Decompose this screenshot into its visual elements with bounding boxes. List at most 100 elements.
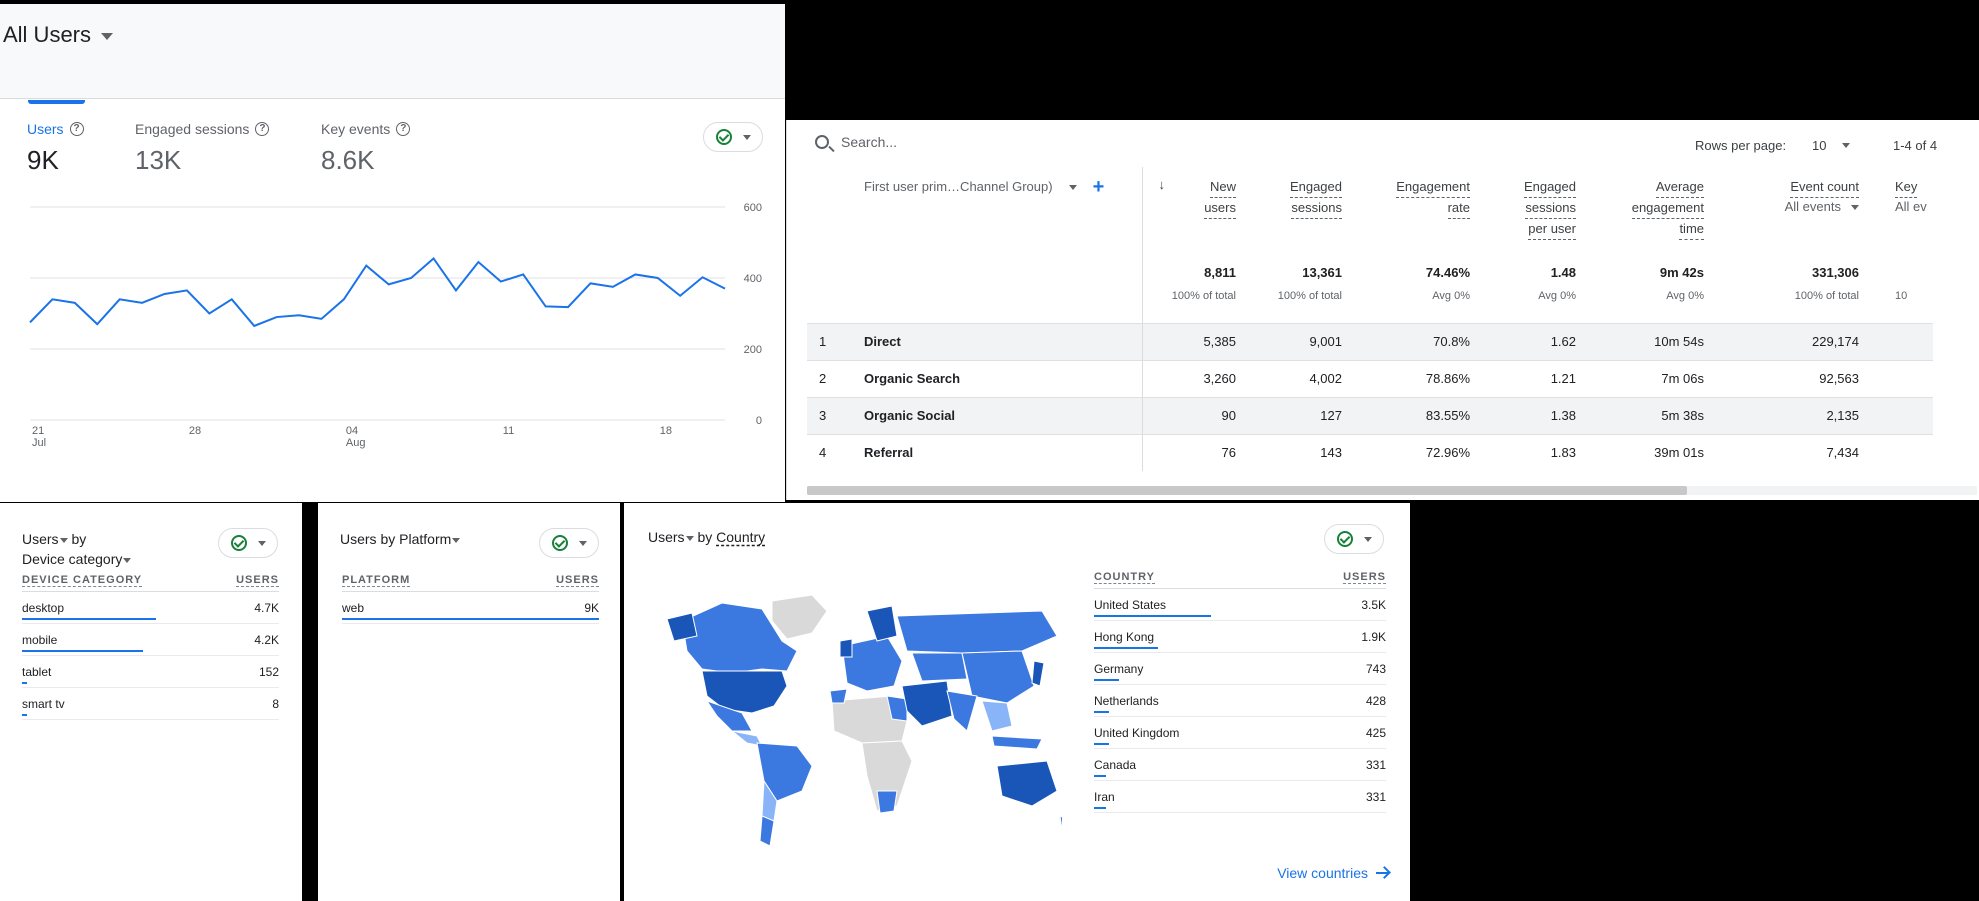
column-key-events[interactable]: Key All ev	[1865, 167, 1933, 263]
comparison-button[interactable]	[218, 528, 278, 558]
column-engagement-rate[interactable]: Engagement rate	[1348, 167, 1476, 263]
channel-table-card: Search... Rows per page: 10 1-4 of 4 Fir…	[786, 120, 1979, 500]
chevron-down-icon	[1851, 204, 1859, 210]
horizontal-scrollbar[interactable]	[807, 486, 1687, 495]
list-item-label: mobile	[22, 632, 58, 647]
comparison-button[interactable]	[1324, 524, 1384, 554]
map-scandinavia	[866, 605, 898, 642]
search-box[interactable]: Search...	[815, 134, 897, 150]
list-item-value: 331	[1365, 789, 1386, 804]
world-map	[666, 594, 1062, 847]
list-item-value: 9K	[584, 600, 599, 615]
comparison-button[interactable]	[539, 528, 599, 558]
search-input[interactable]: Search...	[841, 134, 897, 150]
overview-card: All Users Users? 9K Engaged sessions? 13…	[0, 4, 785, 502]
map-morocco	[829, 688, 848, 704]
chevron-down-icon[interactable]	[101, 33, 113, 40]
list-item-value: 331	[1365, 757, 1386, 772]
share-bar	[1094, 679, 1119, 681]
chevron-down-icon	[59, 537, 68, 543]
help-icon[interactable]: ?	[255, 122, 270, 136]
metric-label: Engaged sessions	[135, 121, 250, 137]
share-bar	[22, 618, 156, 620]
x-tick-month: Aug	[346, 437, 366, 449]
share-bar	[1094, 615, 1211, 617]
map-alaska	[666, 612, 698, 642]
map-australia	[996, 760, 1058, 807]
column-event-count[interactable]: Event count All events	[1710, 167, 1865, 263]
list-item-label: United States	[1094, 597, 1167, 612]
dimension-selector[interactable]: Country	[716, 529, 765, 545]
metric-key-events[interactable]: Key events? 8.6K	[321, 121, 411, 176]
table-row[interactable]: 4 Referral 76 143 72.96% 1.83 39m 01s 7,…	[807, 433, 1933, 471]
list-item[interactable]: Netherlands 428	[1094, 685, 1386, 717]
x-tick-label: 21	[32, 425, 44, 437]
metric-engaged-sessions[interactable]: Engaged sessions? 13K	[135, 121, 270, 176]
page-title[interactable]: All Users	[3, 22, 91, 48]
list-item[interactable]: Iran 331	[1094, 781, 1386, 813]
check-circle-icon	[715, 129, 732, 145]
list-item-value: 3.5K	[1361, 597, 1386, 612]
add-dimension-icon[interactable]: +	[1093, 177, 1105, 197]
help-icon[interactable]: ?	[396, 122, 411, 136]
dimension-selector[interactable]: Device category	[22, 551, 132, 567]
chevron-down-icon	[742, 134, 751, 140]
chevron-down-icon	[578, 540, 587, 546]
device-category-card: Users by Device category DEVICE CATEGORY…	[0, 503, 302, 901]
y-tick-label: 200	[744, 344, 762, 356]
metric-value: 8.6K	[321, 145, 375, 175]
column-engaged-sessions-per-user[interactable]: Engaged sessions per user	[1476, 167, 1582, 263]
platform-card: Users by Platform PLATFORM USERS web 9K	[318, 503, 620, 901]
list-item[interactable]: Germany 743	[1094, 653, 1386, 685]
list-item[interactable]: mobile 4.2K	[22, 624, 279, 656]
column-engaged-sessions[interactable]: Engaged sessions	[1242, 167, 1348, 263]
column-new-users[interactable]: ↓ New users	[1142, 167, 1242, 263]
table-row[interactable]: 2 Organic Search 3,260 4,002 78.86% 1.21…	[807, 359, 1933, 397]
list-item-value: 1.9K	[1361, 629, 1386, 644]
share-bar	[22, 714, 28, 716]
metric-selector[interactable]: Users	[340, 531, 377, 547]
list-item[interactable]: smart tv 8	[22, 688, 279, 720]
map-south-africa	[876, 790, 898, 814]
list-item-label: United Kingdom	[1094, 725, 1180, 740]
rows-per-page-select[interactable]: 10	[1812, 138, 1851, 153]
event-selector[interactable]: All events	[1785, 198, 1859, 216]
sort-arrow-icon[interactable]: ↓	[1159, 177, 1166, 192]
comparison-button[interactable]	[703, 122, 763, 152]
country-card: Users by Country COUNTRY USERS United St…	[624, 503, 1410, 901]
share-bar	[1094, 711, 1109, 713]
x-tick-label: 28	[189, 425, 201, 437]
column-average-engagement-time[interactable]: Average engagement time	[1582, 167, 1710, 263]
pagination-range: 1-4 of 4	[1893, 138, 1938, 153]
list-item-label: tablet	[22, 664, 52, 679]
list-item[interactable]: web 9K	[342, 592, 599, 624]
share-bar	[22, 650, 143, 652]
list-item-label: web	[342, 600, 365, 615]
dimension-selector[interactable]: Platform	[399, 531, 461, 547]
header-bar: All Users	[0, 4, 785, 99]
list-item[interactable]: United States 3.5K	[1094, 589, 1386, 621]
list-item-value: 8	[272, 696, 279, 711]
list-item[interactable]: Hong Kong 1.9K	[1094, 621, 1386, 653]
list-item-label: Netherlands	[1094, 693, 1159, 708]
table-row[interactable]: 1 Direct 5,385 9,001 70.8% 1.62 10m 54s …	[807, 322, 1933, 360]
table-row[interactable]: 3 Organic Social 90 127 83.55% 1.38 5m 3…	[807, 396, 1933, 434]
metric-selector[interactable]: Users	[648, 529, 694, 545]
metric-users[interactable]: Users? 9K	[27, 121, 84, 176]
view-countries-link[interactable]: View countries	[1277, 865, 1388, 881]
map-middle-east	[901, 680, 953, 727]
metric-selector[interactable]: Users	[22, 531, 68, 547]
x-tick-label: 04	[346, 425, 358, 437]
list-item[interactable]: desktop 4.7K	[22, 592, 279, 624]
map-southeast-asia	[981, 700, 1013, 732]
dimension-selector[interactable]: First user prim…Channel Group)	[864, 177, 1053, 197]
list-item[interactable]: tablet 152	[22, 656, 279, 688]
list-item[interactable]: Canada 331	[1094, 749, 1386, 781]
list-item-value: 4.7K	[254, 600, 279, 615]
check-circle-icon	[551, 535, 568, 551]
help-icon[interactable]: ?	[69, 122, 84, 136]
x-tick-month: Jul	[32, 437, 46, 449]
chevron-down-icon[interactable]	[1068, 184, 1077, 190]
list-item-label: smart tv	[22, 696, 65, 711]
list-item[interactable]: United Kingdom 425	[1094, 717, 1386, 749]
